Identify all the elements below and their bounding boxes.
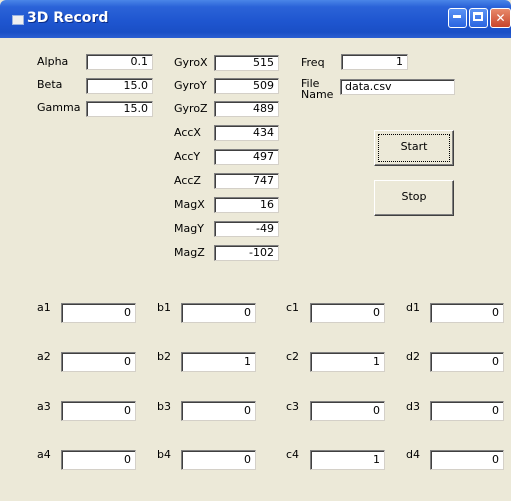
magz-field[interactable]: -102	[214, 245, 279, 261]
a3-label: a3	[37, 400, 51, 413]
a1-label: a1	[37, 301, 51, 314]
file-name-label-line2: Name	[301, 88, 334, 101]
freq-field[interactable]: 1	[341, 54, 408, 70]
accy-field[interactable]: 497	[214, 149, 279, 165]
d3-label: d3	[406, 400, 420, 413]
accy-label: AccY	[174, 150, 201, 163]
magy-label: MagY	[174, 222, 204, 235]
d4-field[interactable]: 0	[430, 450, 504, 470]
d4-label: d4	[406, 448, 420, 461]
accz-label: AccZ	[174, 174, 201, 187]
c4-field[interactable]: 1	[310, 450, 385, 470]
maximize-icon	[473, 12, 483, 21]
window-icon[interactable]	[12, 15, 24, 25]
c1-field[interactable]: 0	[310, 303, 385, 323]
magz-label: MagZ	[174, 246, 205, 259]
accx-label: AccX	[174, 126, 201, 139]
c3-label: c3	[286, 400, 300, 413]
accz-field[interactable]: 747	[214, 173, 279, 189]
d3-field[interactable]: 0	[430, 401, 504, 421]
file-name-label: File Name	[301, 78, 333, 100]
stop-button[interactable]: Stop	[374, 180, 454, 216]
start-button[interactable]: Start	[374, 130, 454, 166]
maximize-button[interactable]	[469, 8, 488, 28]
minimize-icon	[453, 15, 461, 18]
alpha-field[interactable]: 0.1	[86, 54, 153, 70]
c4-label: c4	[286, 448, 300, 461]
c2-field[interactable]: 1	[310, 352, 385, 372]
file-name-field[interactable]: data.csv	[340, 79, 455, 95]
b2-label: b2	[157, 350, 171, 363]
b1-label: b1	[157, 301, 171, 314]
b4-field[interactable]: 0	[181, 450, 256, 470]
b1-field[interactable]: 0	[181, 303, 256, 323]
c3-field[interactable]: 0	[310, 401, 385, 421]
gyroz-field[interactable]: 489	[214, 101, 279, 117]
freq-label: Freq	[301, 56, 325, 69]
gyroy-field[interactable]: 509	[214, 78, 279, 94]
a4-label: a4	[37, 448, 51, 461]
d1-field[interactable]: 0	[430, 303, 504, 323]
d1-label: d1	[406, 301, 420, 314]
b4-label: b4	[157, 448, 171, 461]
close-icon: ✕	[495, 11, 506, 25]
minimize-button[interactable]	[448, 8, 467, 28]
a1-field[interactable]: 0	[61, 303, 136, 323]
title-bar[interactable]: 3D Record ✕	[0, 0, 511, 38]
gyroz-label: GyroZ	[174, 102, 208, 115]
magx-label: MagX	[174, 198, 205, 211]
alpha-label: Alpha	[37, 55, 69, 68]
gyrox-field[interactable]: 515	[214, 55, 279, 71]
gamma-field[interactable]: 15.0	[86, 101, 153, 117]
app-window: 3D Record ✕ Alpha 0.1 Beta 15.0 Gamma 15…	[0, 0, 511, 501]
window-title: 3D Record	[27, 10, 109, 26]
a3-field[interactable]: 0	[61, 401, 136, 421]
gyrox-label: GyroX	[174, 56, 208, 69]
d2-field[interactable]: 0	[430, 352, 504, 372]
a2-field[interactable]: 0	[61, 352, 136, 372]
gyroy-label: GyroY	[174, 79, 207, 92]
magy-field[interactable]: -49	[214, 221, 279, 237]
a2-label: a2	[37, 350, 51, 363]
d2-label: d2	[406, 350, 420, 363]
c1-label: c1	[286, 301, 300, 314]
magx-field[interactable]: 16	[214, 197, 279, 213]
beta-label: Beta	[37, 78, 63, 91]
c2-label: c2	[286, 350, 300, 363]
close-button[interactable]: ✕	[490, 8, 511, 28]
accx-field[interactable]: 434	[214, 125, 279, 141]
gamma-label: Gamma	[37, 101, 81, 114]
b2-field[interactable]: 1	[181, 352, 256, 372]
b3-field[interactable]: 0	[181, 401, 256, 421]
a4-field[interactable]: 0	[61, 450, 136, 470]
beta-field[interactable]: 15.0	[86, 78, 153, 94]
b3-label: b3	[157, 400, 171, 413]
